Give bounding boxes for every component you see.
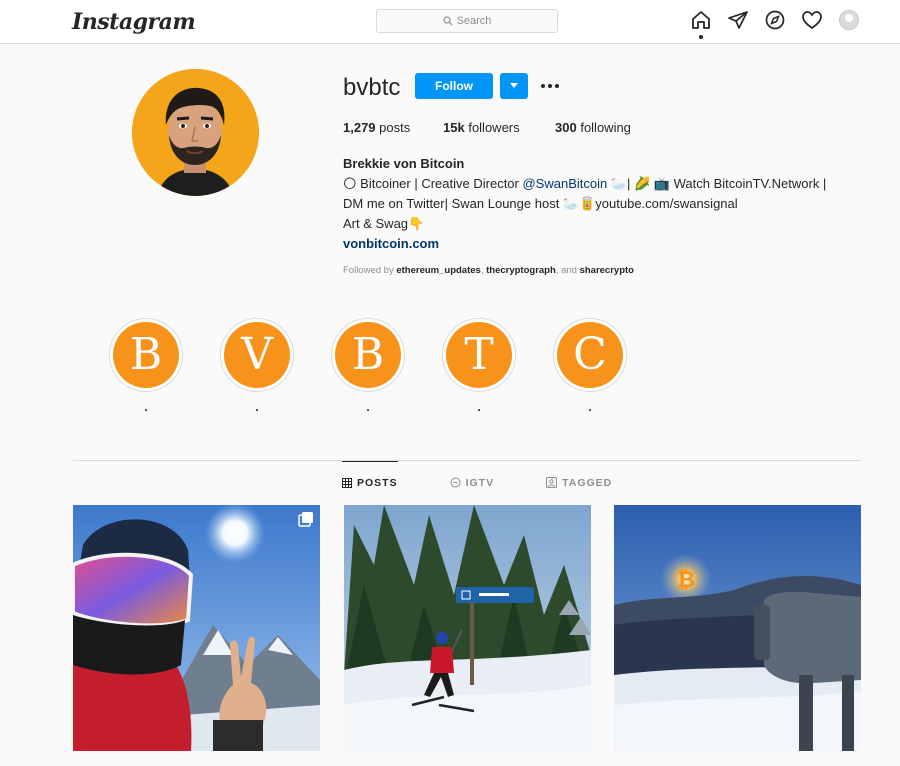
highlight-label: . <box>255 400 259 414</box>
profile-username: bvbtc <box>343 74 401 101</box>
followers-link[interactable]: 15k followers <box>443 120 555 135</box>
tab-posts[interactable]: POSTS <box>342 461 398 503</box>
bitcoin-letter-icon: B <box>335 322 401 388</box>
tab-label: POSTS <box>357 476 398 489</box>
highlight-item[interactable]: T . <box>441 318 517 414</box>
posts-label: posts <box>379 120 411 135</box>
profile-bio: Brekkie von Bitcoin 🌕 Bitcoiner | Creati… <box>343 154 863 254</box>
full-name: Brekkie von Bitcoin <box>343 156 465 171</box>
posts-count-value: 1,279 <box>343 120 376 135</box>
letter-c-icon: C <box>557 322 623 388</box>
bitcoin-letter-icon: B <box>113 322 179 388</box>
highlight-label: . <box>144 400 148 414</box>
letter-v-icon: V <box>224 322 290 388</box>
search-placeholder: Search <box>456 15 492 27</box>
nav-icons <box>690 9 860 39</box>
profile-avatar-icon[interactable] <box>838 9 860 31</box>
bio-mention-link[interactable]: @SwanBitcoin <box>522 176 607 191</box>
highlight-label: . <box>477 400 481 414</box>
highlight-item[interactable]: V . <box>219 318 295 414</box>
bio-line-2: DM me on Twitter| Swan Lounge host 🦢🥫you… <box>343 196 738 211</box>
story-highlights: B . V . B . T . C . <box>108 318 628 414</box>
caret-down-icon <box>510 83 518 88</box>
tab-label: IGTV <box>465 476 495 489</box>
home-icon[interactable] <box>690 9 712 39</box>
active-indicator <box>699 35 703 39</box>
search-input[interactable]: Search <box>376 9 558 33</box>
grid-icon <box>342 477 352 488</box>
followed-by-prefix: Followed by <box>343 265 397 276</box>
nav-avatar <box>839 10 859 30</box>
bitcoin-icon: ₿ <box>677 568 695 593</box>
follower-name: thecryptograph <box>486 265 556 276</box>
followers-label: followers <box>468 120 520 135</box>
followed-by[interactable]: Followed by ethereum_updates, thecryptog… <box>343 265 634 276</box>
bitcoin-sun-mountains-image: ₿ <box>614 505 861 751</box>
bio-line-3: Art & Swag👇 <box>343 216 425 231</box>
more-options-button[interactable] <box>538 76 562 96</box>
top-navigation-bar: Instagram Search <box>0 0 900 44</box>
following-link[interactable]: 300 following <box>555 120 631 135</box>
igtv-icon <box>450 477 461 488</box>
search-icon <box>442 16 452 26</box>
highlight-ring: T <box>442 318 516 392</box>
tab-tagged[interactable]: TAGGED <box>546 461 612 503</box>
tab-igtv[interactable]: IGTV <box>450 461 495 503</box>
highlight-label: . <box>588 400 592 414</box>
highlight-ring: C <box>553 318 627 392</box>
tagged-person-icon <box>546 477 558 488</box>
letter-t-icon: T <box>446 322 512 388</box>
website-link[interactable]: vonbitcoin.com <box>343 234 863 254</box>
suggested-accounts-dropdown-button[interactable] <box>500 73 528 99</box>
tab-label: TAGGED <box>562 476 613 489</box>
multiple-photos-icon <box>298 512 313 527</box>
post-thumbnail[interactable] <box>344 505 591 751</box>
highlight-item[interactable]: C . <box>552 318 628 414</box>
highlight-item[interactable]: B . <box>330 318 406 414</box>
profile-tabs: POSTS IGTV TAGGED <box>342 461 612 503</box>
bio-text: 🦢| 🌽 📺 Watch BitcoinTV.Network | <box>607 176 827 191</box>
profile-stats: 1,279 posts 15k followers 300 following <box>343 120 631 135</box>
profile-avatar[interactable] <box>132 69 259 196</box>
separator: , and <box>555 265 580 276</box>
post-thumbnail[interactable] <box>73 505 320 751</box>
follow-button[interactable]: Follow <box>415 73 493 99</box>
explore-icon[interactable] <box>764 9 786 31</box>
follower-name: sharecrypto <box>579 265 634 276</box>
ski-selfie-image <box>73 505 320 751</box>
post-thumbnail[interactable]: ₿ <box>614 505 861 751</box>
direct-icon[interactable] <box>727 9 749 31</box>
bio-line-1: 🌕 Bitcoiner | Creative Director @SwanBit… <box>343 174 863 194</box>
bio-text: 🌕 Bitcoiner | Creative Director <box>343 176 523 191</box>
follower-name: ethereum_updates <box>396 265 481 276</box>
following-label: following <box>580 120 631 135</box>
activity-heart-icon[interactable] <box>801 9 823 31</box>
dot <box>548 84 552 88</box>
following-count-value: 300 <box>555 120 577 135</box>
dot <box>541 84 545 88</box>
dot <box>555 84 559 88</box>
posts-count: 1,279 posts <box>343 120 443 135</box>
highlight-ring: B <box>331 318 405 392</box>
highlight-ring: V <box>220 318 294 392</box>
instagram-logo[interactable]: Instagram <box>72 9 196 35</box>
followers-count-value: 15k <box>443 120 465 135</box>
highlight-ring: B <box>109 318 183 392</box>
highlight-label: . <box>366 400 370 414</box>
skiing-trees-image <box>344 505 591 751</box>
highlight-item[interactable]: B . <box>108 318 184 414</box>
